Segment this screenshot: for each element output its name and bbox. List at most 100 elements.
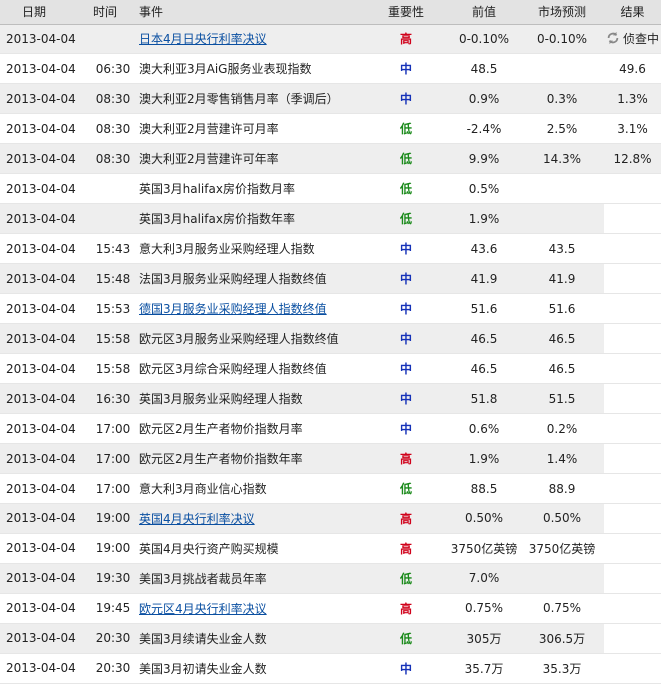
table-body: 2013-04-04 日本4月日央行利率决议高 0-0.10% 0-0.10% 侦查中 2… [0,24,661,684]
importance-badge: 低 [364,113,448,145]
row-forecast [520,53,604,85]
table-row: 2013-04-04 17:00 欧元区2月生产者物价指数年率 高 1.9% 1.4% [0,443,661,475]
row-previous: 7.0% [448,563,520,594]
row-event: 澳大利亚2月零售销售月率（季调后） [137,83,364,115]
importance-badge: 中 [364,53,448,85]
table-row: 2013-04-04 20:30 美国3月初请失业金人数 中 35.7万 35.3万 [0,653,661,684]
row-result [604,563,661,594]
row-date: 2013-04-04 [0,173,89,205]
event-label: 欧元区3月综合采购经理人指数终值 [139,362,327,377]
refresh-icon [606,31,620,45]
importance-badge: 高 [364,503,448,534]
table-row: 2013-04-04 15:58 欧元区3月服务业采购经理人指数终值中 46.5 46.… [0,323,661,355]
row-time: 08:30 [89,83,137,115]
row-date: 2013-04-04 [0,413,89,445]
row-forecast: 46.5 [520,323,604,355]
importance-badge: 中 [364,263,448,295]
row-time: 08:30 [89,113,137,145]
row-event: 欧元区4月央行利率决议 [137,593,364,624]
row-previous: 43.6 [448,233,520,265]
event-label: 英国4月央行资产购买规模 [139,541,279,556]
importance-badge: 低 [364,173,448,205]
importance-badge: 高 [364,24,448,55]
row-forecast [520,563,604,594]
row-previous: 0.75% [448,593,520,624]
table-row: 2013-04-04 15:43 意大利3月服务业采购经理人指数 中 43.6 43.5 [0,233,661,265]
row-time: 06:30 [89,53,137,85]
row-date: 2013-04-04 [0,293,89,325]
row-result [604,533,661,564]
row-forecast [520,203,604,235]
row-result [604,293,661,325]
row-date: 2013-04-04 [0,233,89,265]
header-forecast: 市场预测 [520,0,604,25]
row-date: 2013-04-04 [0,383,89,415]
event-label: 英国3月服务业采购经理人指数 [139,392,303,407]
row-event: 英国4月央行资产购买规模 [137,533,364,564]
row-previous: 46.5 [448,323,520,355]
result-value: 1.3% [617,91,648,106]
row-previous: 0-0.10% [448,24,520,55]
row-forecast: 46.5 [520,353,604,385]
row-time: 15:58 [89,353,137,385]
row-event: 意大利3月服务业采购经理人指数 [137,233,364,265]
event-label: 法国3月服务业采购经理人指数终值 [139,272,327,287]
row-date: 2013-04-04 [0,113,89,145]
row-forecast: 0.75% [520,593,604,624]
row-time: 17:00 [89,413,137,445]
row-time: 19:30 [89,563,137,594]
row-forecast: 1.4% [520,443,604,475]
importance-badge: 低 [364,563,448,594]
row-time: 16:30 [89,383,137,415]
row-date: 2013-04-04 [0,473,89,504]
row-previous: 305万 [448,623,520,654]
importance-badge: 中 [364,83,448,115]
event-link[interactable]: 日本4月日央行利率决议 [139,32,267,46]
importance-badge: 低 [364,623,448,654]
event-label: 美国3月初请失业金人数 [139,661,267,676]
row-result [604,443,661,475]
row-result: 12.8% [604,143,661,175]
table-row: 2013-04-04 15:58 欧元区3月综合采购经理人指数终值中 46.5 46.5 [0,353,661,385]
row-result [604,203,661,235]
row-forecast: 3750亿英镑 [520,533,604,564]
event-link[interactable]: 欧元区4月央行利率决议 [139,602,267,616]
row-event: 英国4月央行利率决议 [137,503,364,534]
row-time: 19:45 [89,593,137,624]
event-link[interactable]: 德国3月服务业采购经理人指数终值 [139,302,327,316]
event-link[interactable]: 英国4月央行利率决议 [139,512,255,526]
row-result: 3.1% [604,113,661,145]
row-time: 15:48 [89,263,137,295]
row-time: 19:00 [89,533,137,564]
event-label: 澳大利亚2月营建许可年率 [139,152,279,167]
row-previous: 51.8 [448,383,520,415]
event-label: 欧元区3月服务业采购经理人指数终值 [139,332,339,347]
row-previous: 48.5 [448,53,520,85]
row-event: 美国3月初请失业金人数 [137,653,364,684]
header-previous: 前值 [448,0,520,25]
row-date: 2013-04-04 [0,323,89,355]
row-previous: -2.4% [448,113,520,145]
row-date: 2013-04-04 [0,593,89,624]
importance-badge: 中 [364,653,448,684]
event-label: 欧元区2月生产者物价指数年率 [139,452,303,467]
row-date: 2013-04-04 [0,24,89,55]
table-row: 2013-04-04 20:30 美国3月续请失业金人数 低 305万 306.5万 [0,623,661,654]
row-date: 2013-04-04 [0,533,89,564]
row-event: 欧元区3月综合采购经理人指数终值 [137,353,364,385]
row-event: 日本4月日央行利率决议 [137,24,364,55]
row-event: 澳大利亚3月AiG服务业表现指数 [137,53,364,85]
row-result: 侦查中 [604,24,661,55]
importance-badge: 低 [364,203,448,235]
table-row: 2013-04-04 06:30 澳大利亚3月AiG服务业表现指数 中 48.5 49.6 [0,53,661,85]
row-result [604,173,661,205]
row-date: 2013-04-04 [0,503,89,534]
row-event: 欧元区2月生产者物价指数年率 [137,443,364,475]
row-previous: 1.9% [448,203,520,235]
row-previous: 46.5 [448,353,520,385]
row-event: 英国3月服务业采购经理人指数 [137,383,364,415]
row-forecast: 35.3万 [520,653,604,684]
row-forecast: 88.9 [520,473,604,504]
economic-calendar-table: 日期 时间 事件 重要性 前值 市场预测 结果 2013-04-04 日本4月日央… [0,0,661,684]
row-result [604,473,661,504]
